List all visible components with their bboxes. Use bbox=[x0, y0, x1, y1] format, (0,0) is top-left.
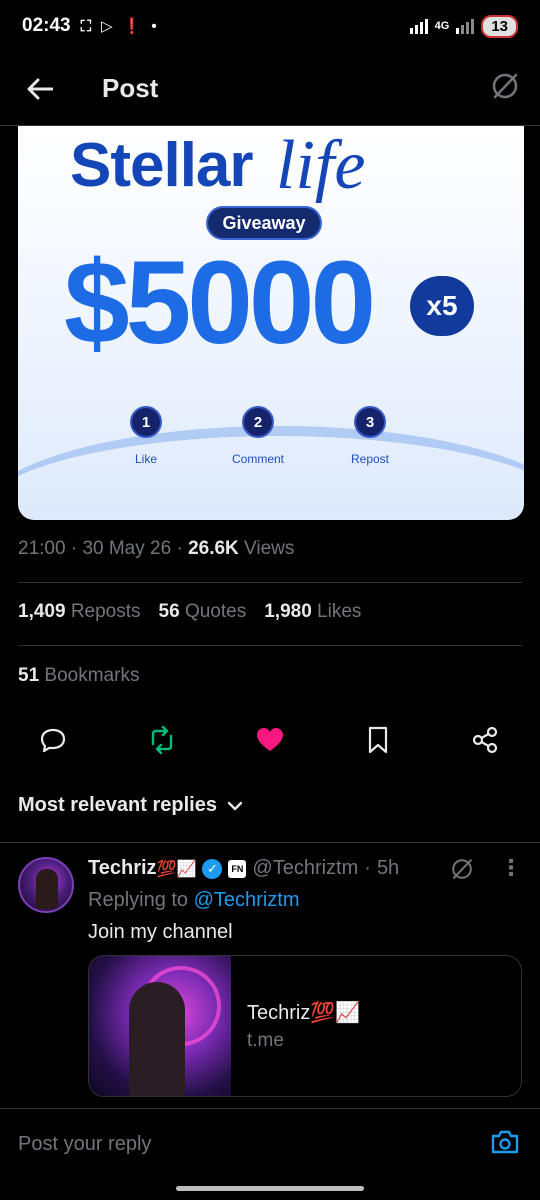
network-type: 4G bbox=[434, 20, 450, 32]
step-3-label: Repost bbox=[350, 452, 390, 466]
divider bbox=[18, 645, 522, 646]
grok-icon bbox=[492, 73, 518, 99]
camera-icon bbox=[491, 1130, 519, 1154]
author-name[interactable]: Techriz💯📈 bbox=[88, 857, 196, 880]
bookmarks-stat[interactable]: 51 Bookmarks bbox=[18, 665, 139, 687]
share-button[interactable] bbox=[463, 718, 507, 762]
camera-button[interactable] bbox=[490, 1129, 520, 1160]
bookmark-icon bbox=[368, 726, 388, 754]
step-1-label: Like bbox=[134, 452, 157, 466]
status-time: 02:43 bbox=[22, 15, 71, 36]
giveaway-badge: Giveaway bbox=[206, 206, 322, 240]
signal-icon-2 bbox=[456, 19, 475, 34]
replying-to: Replying to @Techriztm bbox=[88, 889, 300, 911]
repost-button[interactable] bbox=[140, 718, 184, 762]
reply-author-line: Techriz💯📈 ✓ FN @Techriztm · 5h bbox=[88, 857, 399, 880]
grok-button[interactable] bbox=[490, 71, 520, 106]
link-card[interactable]: Techriz💯📈 t.me bbox=[88, 955, 522, 1097]
post-stats: 1,409 Reposts 56 Quotes 1,980 Likes bbox=[18, 601, 361, 623]
link-card-thumbnail bbox=[89, 956, 231, 1096]
reply-text: Join my channel bbox=[88, 921, 233, 943]
share-icon bbox=[472, 726, 498, 754]
verified-badge-icon: ✓ bbox=[202, 858, 223, 879]
status-bar: 02:43 ⛶ ▷ ❗ • 4G 13 bbox=[0, 0, 540, 52]
avatar[interactable] bbox=[18, 857, 74, 913]
separator: · bbox=[364, 857, 371, 879]
likes-stat[interactable]: 1,980 Likes bbox=[264, 601, 361, 623]
brand-text: Stellar bbox=[70, 131, 254, 200]
brand-script-text: life bbox=[276, 127, 366, 204]
bookmark-button[interactable] bbox=[356, 718, 400, 762]
grok-icon bbox=[452, 859, 472, 879]
post-time: 21:00 bbox=[18, 538, 66, 559]
views-label[interactable]: Views bbox=[244, 538, 294, 559]
reply-input[interactable]: Post your reply bbox=[18, 1133, 151, 1156]
screenshot-icon: ⛶ bbox=[80, 17, 92, 35]
post-media-image[interactable]: Stellar life Giveaway $5000 x5 1 Like 2 … bbox=[18, 126, 524, 520]
step-1-number: 1 bbox=[130, 406, 162, 438]
top-bar: Post bbox=[0, 52, 540, 126]
page-title: Post bbox=[102, 73, 159, 103]
battery-level: 13 bbox=[481, 14, 518, 38]
author-name-emoji: 💯📈 bbox=[156, 861, 197, 878]
like-button[interactable] bbox=[248, 718, 292, 762]
reply-composer[interactable]: Post your reply bbox=[0, 1108, 540, 1182]
link-card-domain: t.me bbox=[247, 1030, 284, 1051]
affiliate-badge-icon: FN bbox=[228, 859, 247, 878]
author-handle[interactable]: @Techriztm bbox=[252, 857, 358, 880]
prize-amount: $5000 bbox=[64, 237, 376, 369]
action-bar bbox=[0, 718, 540, 764]
cast-icon: ▷ bbox=[101, 18, 113, 35]
post-date: 30 May 26 bbox=[82, 538, 172, 559]
link-card-title: Techriz💯📈 bbox=[247, 1002, 361, 1024]
repost-icon bbox=[151, 726, 173, 754]
step-2-number: 2 bbox=[242, 406, 274, 438]
views-count: 26.6K bbox=[188, 538, 239, 559]
reply-button[interactable] bbox=[31, 718, 75, 762]
quotes-stat[interactable]: 56 Quotes bbox=[159, 601, 247, 623]
back-arrow-icon bbox=[27, 78, 53, 99]
divider bbox=[18, 582, 522, 583]
signal-icon bbox=[409, 19, 428, 34]
step-2-label: Comment bbox=[231, 452, 284, 466]
alert-icon: ❗ bbox=[122, 18, 142, 35]
post-meta: 21:00 · 30 May 26 · 26.6K Views bbox=[18, 538, 295, 559]
chevron-down-icon bbox=[227, 801, 243, 810]
background-swoosh bbox=[18, 426, 524, 520]
reply-age: 5h bbox=[376, 857, 400, 879]
back-button[interactable] bbox=[20, 69, 60, 109]
reply-item[interactable]: Techriz💯📈 ✓ FN @Techriztm · 5h ⋮ Replyin… bbox=[0, 842, 540, 1106]
dot-icon: • bbox=[151, 17, 157, 35]
replies-sort-dropdown[interactable]: Most relevant replies bbox=[18, 794, 243, 817]
like-icon bbox=[257, 728, 283, 751]
reply-grok-button[interactable] bbox=[450, 857, 474, 886]
step-3-number: 3 bbox=[354, 406, 386, 438]
home-indicator[interactable] bbox=[176, 1186, 364, 1191]
reposts-stat[interactable]: 1,409 Reposts bbox=[18, 601, 141, 623]
replying-to-handle[interactable]: @Techriztm bbox=[194, 889, 300, 911]
reply-icon bbox=[40, 728, 66, 753]
more-options-icon[interactable]: ⋮ bbox=[500, 857, 522, 879]
multiplier-badge: x5 bbox=[410, 276, 474, 336]
replies-sort-label: Most relevant replies bbox=[18, 794, 217, 816]
